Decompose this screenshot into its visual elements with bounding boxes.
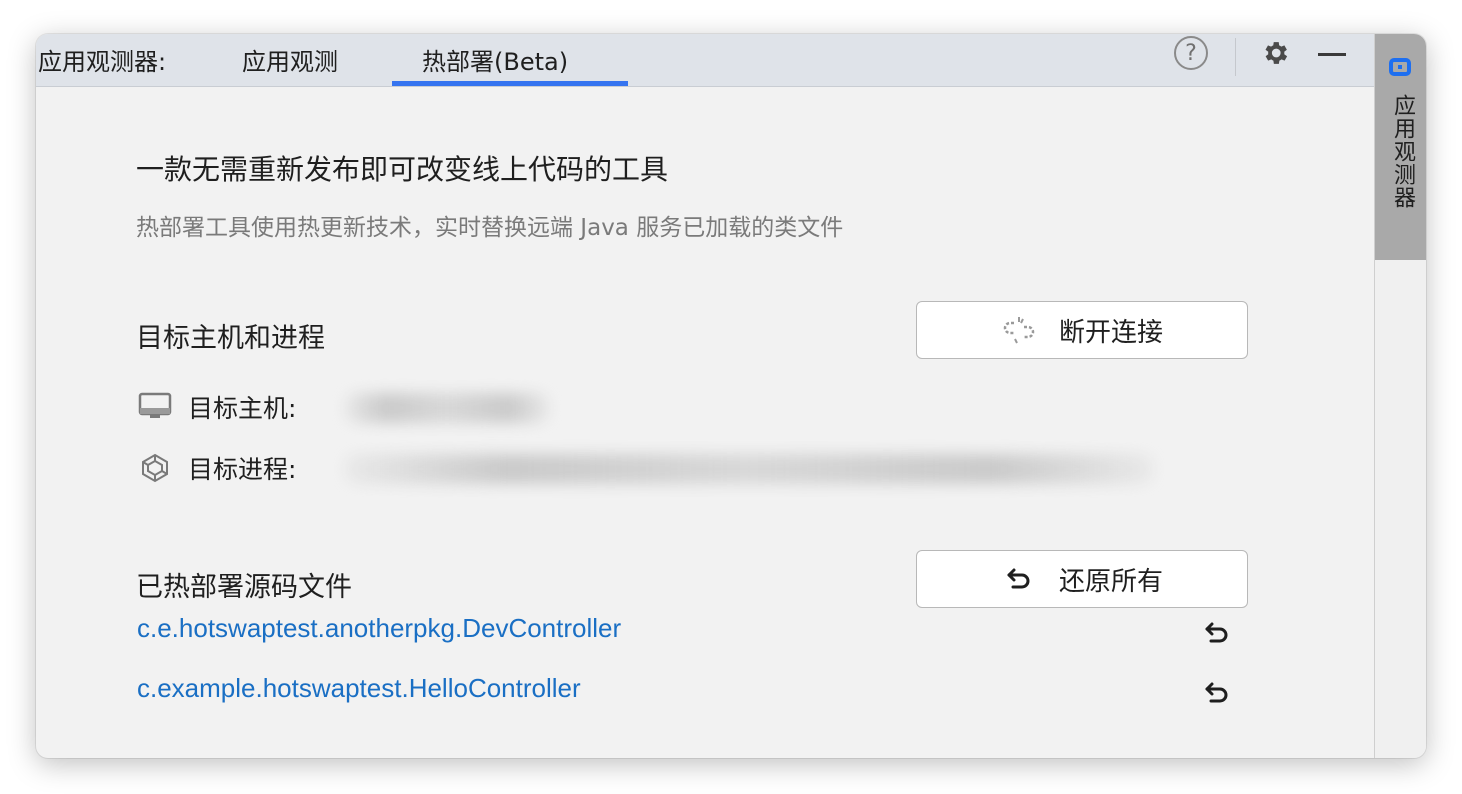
target-process-row: 目标进程: [136, 448, 296, 488]
target-host-row: 目标主机: [136, 387, 296, 427]
revert-icon[interactable] [1200, 676, 1234, 710]
hotswap-panel: 一款无需重新发布即可改变线上代码的工具 热部署工具使用热更新技术，实时替换远端 … [36, 87, 1374, 758]
target-process-label: 目标进程: [188, 455, 297, 484]
process-cube-icon [136, 449, 174, 487]
active-tab-indicator [392, 81, 628, 86]
page-title: 一款无需重新发布即可改变线上代码的工具 [136, 153, 669, 186]
gear-icon[interactable] [1258, 37, 1292, 69]
page-subtitle: 热部署工具使用热更新技术，实时替换远端 Java 服务已加载的类文件 [136, 215, 844, 241]
monitor-icon [136, 388, 174, 426]
hotswapped-file-link[interactable]: c.example.hotswaptest.HelloController [137, 673, 581, 704]
broken-link-icon [1001, 312, 1037, 348]
help-icon[interactable]: ? [1174, 36, 1208, 70]
stripe-label: 应用观测器 [1390, 94, 1415, 209]
target-process-value-redacted [344, 454, 1154, 484]
target-host-value-redacted [344, 393, 550, 423]
disconnect-button[interactable]: 断开连接 [916, 301, 1248, 359]
minimize-icon[interactable] [1316, 38, 1348, 70]
hotswapped-file-link[interactable]: c.e.hotswaptest.anotherpkg.DevController [137, 613, 621, 644]
tab-hotswap-beta[interactable]: 热部署(Beta) [422, 42, 568, 77]
stripe-app-observer-button[interactable]: 应用观测器 [1375, 34, 1426, 260]
hotswap-tool-window: 应用观测器: 应用观测 热部署(Beta) ? 应用观测器 一款无需重新发布即可… [36, 34, 1426, 758]
tool-window-title: 应用观测器: [38, 48, 167, 76]
gear-icon-svg [1265, 42, 1288, 64]
restore-all-label: 还原所有 [1058, 566, 1163, 597]
header-divider [1235, 38, 1236, 76]
hotswapped-files-section-title: 已热部署源码文件 [136, 572, 352, 603]
target-section-title: 目标主机和进程 [136, 323, 325, 354]
tool-window-header: 应用观测器: 应用观测 热部署(Beta) ? [36, 34, 1374, 87]
restore-all-button[interactable]: 还原所有 [916, 550, 1248, 608]
right-tool-stripe: 应用观测器 [1374, 34, 1426, 758]
undo-icon [1001, 561, 1037, 597]
revert-icon[interactable] [1200, 616, 1234, 650]
help-glyph: ? [1185, 40, 1197, 66]
app-observer-logo-icon [1389, 58, 1411, 76]
target-host-label: 目标主机: [188, 394, 297, 423]
disconnect-label: 断开连接 [1058, 317, 1163, 348]
tab-app-observe[interactable]: 应用观测 [242, 42, 338, 77]
